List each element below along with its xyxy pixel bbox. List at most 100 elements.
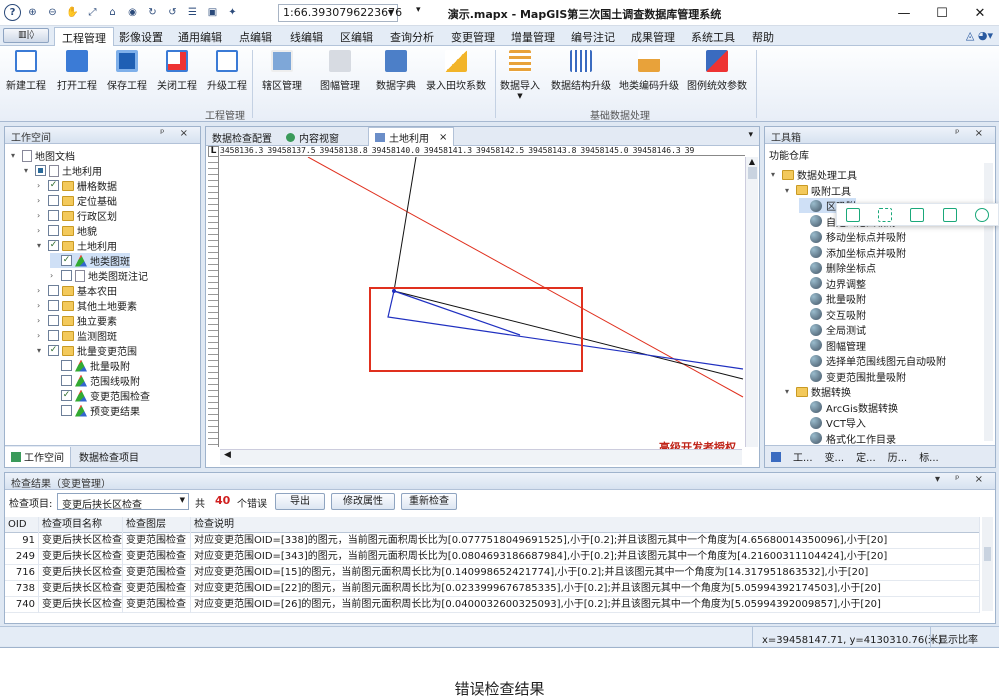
toolbox-tab[interactable]: 工... xyxy=(793,449,813,464)
visibility-checkbox[interactable] xyxy=(48,285,59,296)
toolbox-item[interactable]: ▾ 数据处理工具 xyxy=(771,167,857,182)
column-header[interactable]: 检查项目名称 xyxy=(39,516,123,533)
ridge-coefficient-button[interactable]: 录入田坎系数 xyxy=(426,50,486,92)
visibility-checkbox[interactable]: ✓ xyxy=(48,180,59,191)
expander-icon[interactable]: ▾ xyxy=(771,170,780,179)
toolbox-item[interactable]: 边界调整 xyxy=(799,276,866,291)
expander-icon[interactable]: › xyxy=(37,331,46,340)
tab-results[interactable]: 成果管理 xyxy=(631,29,675,45)
workspace-tree-item[interactable]: › 定位基础 xyxy=(37,193,117,208)
workspace-tree-item[interactable]: › 地类图斑注记 xyxy=(50,268,148,283)
expander-icon[interactable]: › xyxy=(37,316,46,325)
tab-check-items[interactable]: 数据检查项目 xyxy=(71,449,147,464)
tab-help[interactable]: 帮助 xyxy=(752,29,774,45)
workspace-tree-item[interactable]: › 其他土地要素 xyxy=(37,298,137,313)
workspace-tree-item[interactable]: ▾ 土地利用 xyxy=(24,163,102,178)
toolbox-item[interactable]: 移动坐标点并吸附 xyxy=(799,229,906,244)
pin-icon[interactable]: ᵖ × xyxy=(160,128,194,139)
pin-icon[interactable]: ᵖ × xyxy=(955,128,989,139)
tab-content-view[interactable]: 内容视窗 xyxy=(286,130,339,145)
workspace-tree-item[interactable]: › ✓ 栅格数据 xyxy=(37,178,117,193)
tab-system-tools[interactable]: 系统工具 xyxy=(691,29,735,45)
toolbox-tab[interactable]: 历... xyxy=(888,449,908,464)
visibility-checkbox[interactable]: ✓ xyxy=(61,390,72,401)
expander-icon[interactable]: › xyxy=(37,301,46,310)
check-item-select[interactable]: 变更后挟长区检查 ▼ xyxy=(57,493,189,511)
tab-query[interactable]: 查询分析 xyxy=(390,29,434,45)
vertical-scrollbar[interactable]: ▲ xyxy=(745,157,758,447)
toolbox-item[interactable]: 批量吸附 xyxy=(799,291,866,306)
modify-attributes-button[interactable]: 修改属性 xyxy=(331,493,395,510)
tab-numbering[interactable]: 编号注记 xyxy=(571,29,615,45)
jurisdiction-button[interactable]: 辖区管理 xyxy=(262,50,302,92)
toolbox-item[interactable]: ▾ 吸附工具 xyxy=(785,183,851,198)
share-icon[interactable] xyxy=(942,207,957,222)
scroll-left-icon[interactable]: ◀ xyxy=(220,450,231,460)
close-tab-icon[interactable]: × xyxy=(439,132,447,143)
recheck-button[interactable]: 重新检查 xyxy=(401,493,457,510)
expander-icon[interactable]: › xyxy=(37,226,46,235)
visibility-checkbox[interactable] xyxy=(48,315,59,326)
toolbox-item[interactable]: 删除坐标点 xyxy=(799,260,876,275)
copy-icon[interactable] xyxy=(846,207,861,222)
expander-icon[interactable]: › xyxy=(50,271,59,280)
workspace-tree-item[interactable]: › 独立要素 xyxy=(37,313,117,328)
workspace-tree-item[interactable]: 范围线吸附 xyxy=(50,373,140,388)
workspace-tree-item[interactable]: › 行政区划 xyxy=(37,208,117,223)
maximize-button[interactable]: ☐ xyxy=(923,0,961,26)
tab-project[interactable]: 工程管理 xyxy=(54,27,114,46)
toolbox-tab[interactable]: 变... xyxy=(825,449,845,464)
scroll-thumb[interactable] xyxy=(984,547,991,561)
table-row[interactable]: 91 变更后挟长区检查 变更范围检查 对应变更范围OID=[338]的图元，当前图元面… xyxy=(5,532,980,549)
tab-increment-management[interactable]: 增量管理 xyxy=(511,29,555,45)
visibility-checkbox[interactable]: ✓ xyxy=(61,255,72,266)
settings-icon[interactable] xyxy=(974,207,989,222)
scroll-thumb[interactable] xyxy=(747,167,757,179)
visibility-checkbox[interactable] xyxy=(48,210,59,221)
code-upgrade-button[interactable]: 地类编码升级 xyxy=(619,50,679,92)
toolbox-item[interactable]: 图幅管理 xyxy=(799,338,866,353)
open-project-button[interactable]: 打开工程 xyxy=(57,50,97,92)
tab-change-management[interactable]: 变更管理 xyxy=(451,29,495,45)
save-project-button[interactable]: 保存工程 xyxy=(107,50,147,92)
expander-icon[interactable]: ▾ xyxy=(785,186,794,195)
workspace-tree-item[interactable]: ✓ 地类图斑 xyxy=(50,253,130,268)
tab-list-icon[interactable]: ▾ xyxy=(748,130,753,140)
expander-icon[interactable]: › xyxy=(37,181,46,190)
toolbox-item[interactable]: 选择单范围线图元自动吸附 xyxy=(799,353,946,368)
toolbox-tab-icon[interactable] xyxy=(771,451,781,462)
table-row[interactable]: 249 变更后挟长区检查 变更范围检查 对应变更范围OID=[343]的图元，当前图元… xyxy=(5,548,980,565)
minimize-button[interactable]: — xyxy=(885,0,923,26)
visibility-checkbox[interactable] xyxy=(48,195,59,206)
expander-icon[interactable]: ▾ xyxy=(37,346,46,355)
tab-line-edit[interactable]: 线编辑 xyxy=(290,29,323,45)
scroll-up-icon[interactable]: ▲ xyxy=(749,157,755,166)
toolbox-item[interactable]: 全局测试 xyxy=(799,322,866,337)
sheet-management-button[interactable]: 图幅管理 xyxy=(320,50,360,92)
pin-icon[interactable]: ▾ ᵖ × xyxy=(935,474,989,485)
toolbox-item[interactable]: 格式化工作目录 xyxy=(799,431,896,445)
visibility-checkbox[interactable] xyxy=(48,225,59,236)
workspace-tree-item[interactable]: ▾ ✓ 批量变更范围 xyxy=(37,343,137,358)
workspace-tree-item[interactable]: 批量吸附 xyxy=(50,358,130,373)
tab-land-use[interactable]: 土地利用 × xyxy=(368,127,455,146)
tab-point-edit[interactable]: 点编辑 xyxy=(239,29,272,45)
horizontal-scrollbar[interactable]: ◀ xyxy=(220,449,742,465)
close-button[interactable]: ✕ xyxy=(961,0,999,26)
column-header[interactable]: 检查图层 xyxy=(123,516,191,533)
visibility-checkbox[interactable]: ✓ xyxy=(48,345,59,356)
toolbox-item[interactable]: ▾ 数据转换 xyxy=(785,384,851,399)
data-import-button[interactable]: 数据导入 ▼ xyxy=(500,50,540,100)
save-icon[interactable] xyxy=(910,207,925,222)
expander-icon[interactable]: ▾ xyxy=(24,166,33,175)
workspace-tree-item[interactable]: ▾ 地图文档 xyxy=(11,148,75,163)
workspace-tree-item[interactable]: › 监测图斑 xyxy=(37,328,117,343)
column-header[interactable]: OID xyxy=(5,516,39,533)
structure-upgrade-button[interactable]: 数据结构升级 xyxy=(551,50,611,92)
toolbox-item[interactable]: 交互吸附 xyxy=(799,307,866,322)
tab-workspace[interactable]: 工作空间 xyxy=(5,446,71,467)
close-project-button[interactable]: 关闭工程 xyxy=(157,50,197,92)
toolbox-item[interactable]: VCT导入 xyxy=(799,415,866,430)
legend-parameters-button[interactable]: 图例统效参数 xyxy=(687,50,747,92)
table-row[interactable]: 738 变更后挟长区检查 变更范围检查 对应变更范围OID=[22]的图元，当前图元面… xyxy=(5,580,980,597)
